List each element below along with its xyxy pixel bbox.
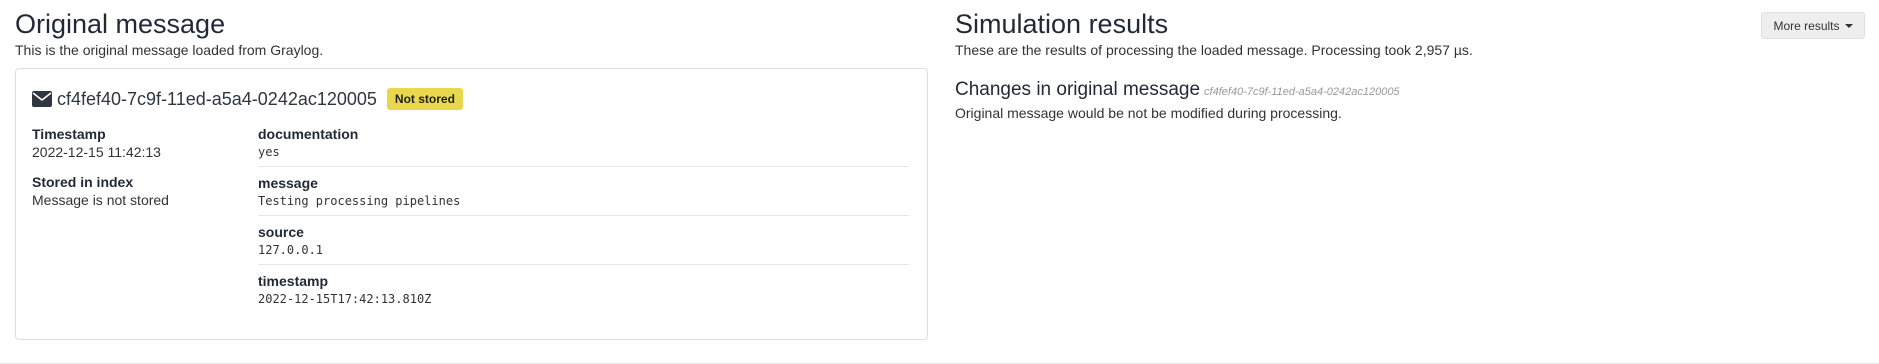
field-value: yes	[258, 145, 280, 159]
field-name: timestamp	[258, 273, 329, 289]
timestamp-value: 2022-12-15 11:42:13	[32, 144, 161, 160]
simulation-results-title: Simulation results	[955, 9, 1169, 39]
message-header: cf4fef40-7c9f-11ed-a5a4-0242ac120005 Not…	[32, 85, 911, 113]
stored-index-value: Message is not stored	[32, 192, 169, 208]
field-documentation: documentation yes	[258, 125, 909, 167]
message-panel: cf4fef40-7c9f-11ed-a5a4-0242ac120005 Not…	[15, 68, 928, 340]
message-fields: documentation yes message Testing proces…	[258, 125, 909, 320]
field-name: source	[258, 224, 304, 240]
original-message-section: Original message This is the original me…	[15, 8, 928, 340]
changes-title-text: Changes in original message	[955, 79, 1201, 100]
simulation-results-section: Simulation results These are the results…	[955, 8, 1865, 122]
original-message-title: Original message	[15, 9, 226, 39]
field-value: 2022-12-15T17:42:13.810Z	[258, 292, 432, 306]
simulation-results-subtitle: These are the results of processing the …	[955, 42, 1473, 58]
message-meta: Timestamp 2022-12-15 11:42:13 Stored in …	[32, 125, 258, 320]
caret-down-icon	[1844, 23, 1853, 28]
changes-message-id: cf4fef40-7c9f-11ed-a5a4-0242ac120005	[1204, 86, 1400, 98]
field-value: 127.0.0.1	[258, 243, 324, 257]
more-results-button[interactable]: More results	[1761, 12, 1865, 39]
field-message: message Testing processing pipelines	[258, 174, 909, 216]
field-source: source 127.0.0.1	[258, 223, 909, 265]
timestamp-label: Timestamp	[32, 126, 106, 142]
changes-section: Changes in original message cf4fef40-7c9f…	[955, 79, 1865, 122]
changes-title: Changes in original message cf4fef40-7c9f…	[955, 79, 1865, 103]
not-stored-badge: Not stored	[386, 88, 463, 110]
field-name: message	[258, 175, 318, 191]
field-value: Testing processing pipelines	[258, 194, 461, 208]
field-name: documentation	[258, 126, 359, 142]
message-body: Timestamp 2022-12-15 11:42:13 Stored in …	[32, 125, 911, 320]
message-id: cf4fef40-7c9f-11ed-a5a4-0242ac120005	[57, 88, 377, 109]
envelope-icon	[32, 91, 52, 107]
simulator-page: Original message This is the original me…	[0, 0, 1879, 364]
changes-text: Original message would be not be modifie…	[955, 105, 1342, 121]
stored-index-label: Stored in index	[32, 174, 134, 190]
field-timestamp: timestamp 2022-12-15T17:42:13.810Z	[258, 272, 909, 313]
original-message-subtitle: This is the original message loaded from…	[15, 42, 324, 58]
more-results-label: More results	[1773, 18, 1840, 33]
